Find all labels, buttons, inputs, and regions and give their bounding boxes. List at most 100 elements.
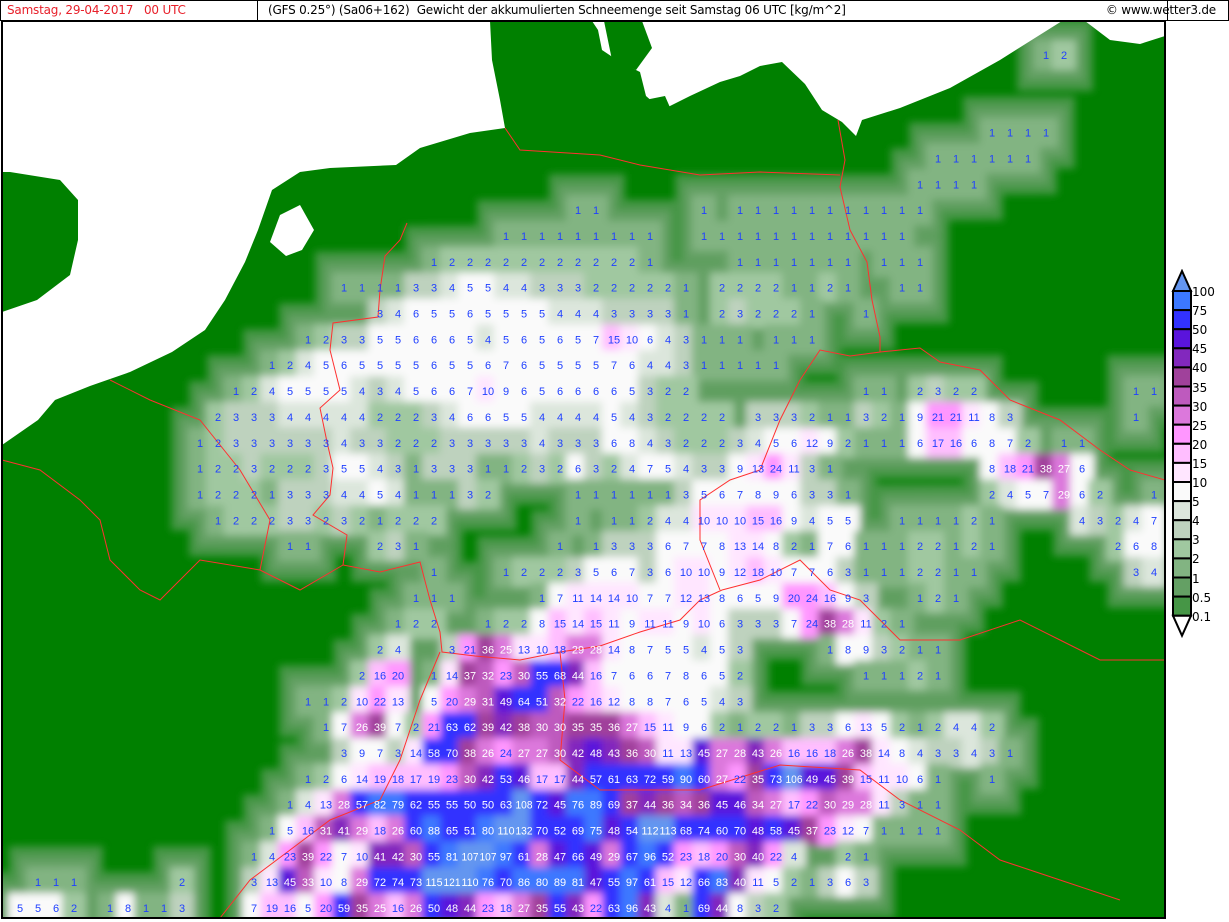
grid-value: 26 — [482, 748, 494, 760]
grid-value: 10 — [896, 774, 908, 786]
grid-value: 48 — [608, 826, 620, 838]
grid-value: 110 — [498, 826, 515, 838]
grid-value: 1 — [917, 826, 923, 838]
grid-value: 1 — [1133, 386, 1139, 398]
grid-value: 9 — [683, 619, 689, 631]
grid-value: 3 — [467, 489, 473, 501]
grid-value: 30 — [518, 670, 530, 682]
grid-value: 20 — [392, 670, 404, 682]
grid-value: 3 — [269, 412, 275, 424]
grid-value: 3 — [395, 748, 401, 760]
grid-value: 2 — [1097, 489, 1103, 501]
grid-value: 7 — [863, 826, 869, 838]
grid-value: 1 — [953, 153, 959, 165]
grid-value: 2 — [521, 567, 527, 579]
grid-value: 60 — [698, 774, 710, 786]
grid-value: 51 — [464, 826, 476, 838]
grid-value: 1 — [413, 593, 419, 605]
grid-value: 5 — [611, 412, 617, 424]
grid-value: 28 — [590, 645, 602, 657]
grid-value: 4 — [287, 412, 293, 424]
grid-value: 2 — [755, 722, 761, 734]
grid-value: 2 — [701, 412, 707, 424]
grid-value: 2 — [665, 386, 671, 398]
grid-value: 4 — [917, 748, 923, 760]
grid-value: 21 — [428, 722, 440, 734]
grid-value: 2 — [251, 489, 257, 501]
grid-value: 2 — [683, 412, 689, 424]
grid-value: 1 — [917, 800, 923, 812]
grid-value: 4 — [593, 309, 599, 321]
grid-value: 2 — [485, 257, 491, 269]
grid-value: 5 — [773, 438, 779, 450]
grid-value: 11 — [644, 619, 655, 631]
header-divider — [257, 1, 258, 20]
grid-value: 1 — [503, 464, 509, 476]
grid-value: 38 — [464, 748, 476, 760]
grid-value: 21 — [1022, 464, 1034, 476]
grid-value: 3 — [647, 309, 653, 321]
grid-value: 3 — [935, 748, 941, 760]
grid-value: 20 — [446, 696, 458, 708]
grid-value: 1 — [737, 205, 743, 217]
run-date: Samstag, 29-04-2017 00 UTC — [7, 3, 186, 17]
grid-value: 1 — [593, 541, 599, 553]
grid-value: 2 — [971, 541, 977, 553]
grid-value: 2 — [917, 567, 923, 579]
grid-value: 44 — [572, 774, 584, 786]
grid-value: 2 — [989, 489, 995, 501]
grid-value: 3 — [341, 515, 347, 527]
grid-value: 43 — [572, 903, 584, 915]
grid-value: 5 — [449, 309, 455, 321]
grid-value: 29 — [464, 696, 476, 708]
grid-value: 3 — [755, 903, 761, 915]
grid-value: 6 — [575, 386, 581, 398]
grid-value: 37 — [806, 826, 818, 838]
grid-value: 2 — [935, 722, 941, 734]
grid-value: 88 — [428, 826, 440, 838]
grid-value: 19 — [266, 903, 278, 915]
grid-value: 6 — [593, 386, 599, 398]
grid-value: 4 — [539, 438, 545, 450]
grid-value: 36 — [698, 800, 710, 812]
header-bar: Samstag, 29-04-2017 00 UTC (GFS 0.25°) (… — [0, 0, 1229, 21]
grid-value: 63 — [500, 800, 512, 812]
grid-value: 55 — [554, 903, 566, 915]
grid-value: 1 — [989, 541, 995, 553]
grid-value: 26 — [356, 722, 368, 734]
grid-value: 11 — [878, 774, 889, 786]
legend-label: 4 — [1192, 514, 1200, 529]
legend-label: 0.5 — [1192, 590, 1212, 605]
grid-value: 5 — [305, 386, 311, 398]
grid-value: 4 — [629, 412, 635, 424]
grid-value: 1 — [755, 257, 761, 269]
grid-value: 2 — [935, 593, 941, 605]
grid-value: 27 — [716, 748, 728, 760]
grid-value: 2 — [449, 257, 455, 269]
grid-value: 27 — [770, 800, 782, 812]
grid-value: 16 — [788, 748, 800, 760]
grid-value: 1 — [881, 205, 887, 217]
grid-value: 21 — [932, 412, 944, 424]
grid-value: 6 — [431, 386, 437, 398]
grid-value: 5 — [35, 903, 41, 915]
copyright-link[interactable]: © www.wetter3.de — [1106, 3, 1216, 17]
grid-value: 1 — [917, 645, 923, 657]
grid-value: 6 — [341, 360, 347, 372]
grid-value: 1 — [719, 334, 725, 346]
grid-value: 1 — [611, 489, 617, 501]
grid-value: 6 — [701, 670, 707, 682]
grid-value: 1 — [287, 541, 293, 553]
grid-value: 1 — [989, 774, 995, 786]
legend-swatch — [1172, 423, 1192, 445]
grid-value: 2 — [503, 257, 509, 269]
grid-value: 3 — [305, 515, 311, 527]
grid-value: 14 — [608, 593, 620, 605]
grid-value: 113 — [660, 826, 677, 838]
grid-value: 43 — [644, 903, 656, 915]
grid-value: 52 — [662, 851, 674, 863]
grid-value: 5 — [485, 283, 491, 295]
grid-value: 6 — [737, 593, 743, 605]
grid-value: 44 — [716, 903, 728, 915]
grid-value: 1 — [575, 515, 581, 527]
